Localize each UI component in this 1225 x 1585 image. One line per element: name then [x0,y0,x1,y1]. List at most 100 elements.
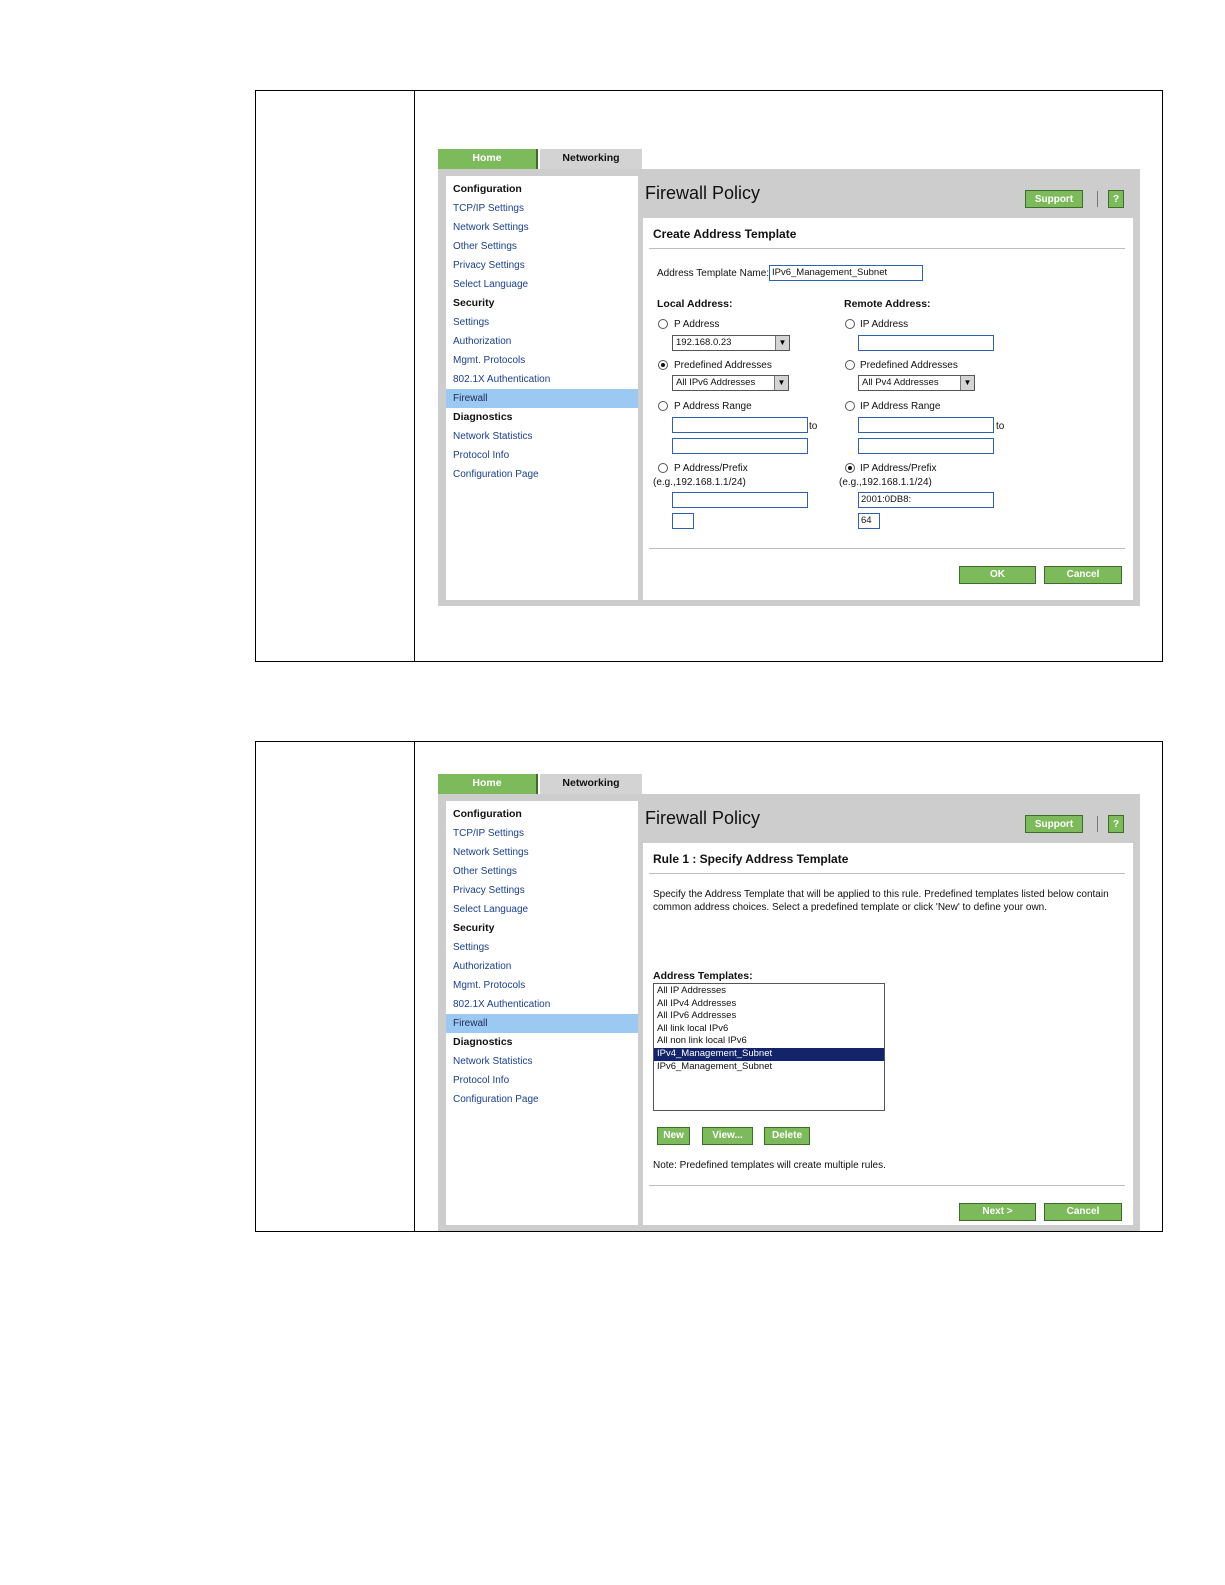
local-prefix-radio[interactable] [658,463,668,473]
sidebar-header-configuration: Configuration [453,808,522,820]
sidebar-item-tcpip-settings[interactable]: TCP/IP Settings [446,824,638,843]
sidebar-item-8021x-authentication[interactable]: 802.1X Authentication [446,370,638,389]
support-button[interactable]: Support [1025,190,1083,208]
sidebar-item-mgmt-protocols[interactable]: Mgmt. Protocols [446,351,638,370]
section-divider [649,873,1125,874]
sidebar-nav: Configuration TCP/IP Settings Network Se… [446,801,638,1225]
sidebar-nav: Configuration TCP/IP Settings Network Se… [446,176,638,600]
delete-button[interactable]: Delete [764,1127,810,1145]
sidebar-item-network-settings[interactable]: Network Settings [446,218,638,237]
content-area: Rule 1 : Specify Address Template Specif… [643,843,1133,1225]
remote-range-radio[interactable] [845,401,855,411]
ews-window: Home Networking Configuration TCP/IP Set… [438,149,1140,606]
sidebar-item-mgmt-protocols[interactable]: Mgmt. Protocols [446,976,638,995]
view-button[interactable]: View... [702,1127,753,1145]
remote-range-start-input[interactable] [858,417,994,433]
list-item[interactable]: IPv4_Management_Subnet [654,1047,884,1061]
footer-divider [649,548,1125,549]
sidebar-item-network-settings[interactable]: Network Settings [446,843,638,862]
local-predefined-select[interactable]: All IPv6 Addresses ▼ [672,375,789,391]
sidebar-item-select-language[interactable]: Select Language [446,275,638,294]
page-title: Firewall Policy [645,808,761,828]
sidebar-item-other-settings[interactable]: Other Settings [446,862,638,881]
sidebar-item-authorization[interactable]: Authorization [446,957,638,976]
remote-range-end-input[interactable] [858,438,994,454]
list-item[interactable]: All non link local IPv6 [654,1035,884,1048]
page-title: Firewall Policy [645,183,761,203]
remote-prefix-radio[interactable] [845,463,855,473]
description-line-1: Specify the Address Template that will b… [653,889,1109,900]
remote-ip-address-label: IP Address [860,319,909,330]
sidebar-item-network-statistics[interactable]: Network Statistics [446,427,638,446]
ok-button[interactable]: OK [959,566,1036,584]
local-ip-address-select[interactable]: 192.168.0.23 ▼ [672,335,790,351]
local-predefined-value: All IPv6 Addresses [676,377,756,388]
template-name-label: Address Template Name: [657,268,770,279]
new-button[interactable]: New [657,1127,690,1145]
remote-range-to-label: to [996,421,1005,432]
local-ip-address-label: P Address [674,319,720,330]
frame-divider [414,91,415,661]
page-shell: Configuration TCP/IP Settings Network Se… [438,169,1140,606]
list-item[interactable]: IPv6_Management_Subnet [654,1061,884,1074]
list-item[interactable]: All IP Addresses [654,985,884,998]
local-range-end-input[interactable] [672,438,808,454]
sidebar-item-firewall[interactable]: Firewall [446,389,638,408]
sidebar-item-configuration-page[interactable]: Configuration Page [446,465,638,484]
sidebar-item-protocol-info[interactable]: Protocol Info [446,446,638,465]
remote-prefix-input[interactable]: 2001:0DB8: [858,492,994,508]
local-range-radio[interactable] [658,401,668,411]
ews-window: Home Networking Configuration TCP/IP Set… [438,774,1140,1231]
toolbar-separator [1097,816,1098,832]
address-templates-header: Address Templates: [653,970,753,982]
sidebar-header-security: Security [453,922,495,934]
local-predefined-radio[interactable] [658,360,668,370]
local-range-start-input[interactable] [672,417,808,433]
help-button[interactable]: ? [1108,190,1124,208]
remote-predefined-value: All Pv4 Addresses [862,377,939,388]
sidebar-item-authorization[interactable]: Authorization [446,332,638,351]
sidebar-item-settings[interactable]: Settings [446,313,638,332]
tab-networking[interactable]: Networking [540,149,642,169]
remote-ip-address-input[interactable] [858,335,994,351]
help-button[interactable]: ? [1108,815,1124,833]
sidebar-item-settings[interactable]: Settings [446,938,638,957]
remote-predefined-select[interactable]: All Pv4 Addresses ▼ [858,375,975,391]
next-button[interactable]: Next > [959,1203,1036,1221]
cancel-button[interactable]: Cancel [1044,1203,1122,1221]
list-item[interactable]: All IPv6 Addresses [654,1010,884,1023]
sidebar-header-diagnostics: Diagnostics [453,1036,513,1048]
sidebar-item-network-statistics[interactable]: Network Statistics [446,1052,638,1071]
section-title: Create Address Template [653,227,797,241]
tab-networking[interactable]: Networking [540,774,642,794]
list-item[interactable]: All link local IPv6 [654,1023,884,1036]
sidebar-item-8021x-authentication[interactable]: 802.1X Authentication [446,995,638,1014]
sidebar-item-other-settings[interactable]: Other Settings [446,237,638,256]
address-templates-listbox[interactable]: All IP Addresses All IPv4 Addresses All IP… [653,983,885,1111]
local-prefix-hint: (e.g.,192.168.1.1/24) [653,477,746,488]
tab-home[interactable]: Home [438,149,538,169]
list-item[interactable]: All IPv4 Addresses [654,998,884,1011]
sidebar-item-privacy-settings[interactable]: Privacy Settings [446,881,638,900]
remote-prefix-length-input[interactable]: 64 [858,513,880,529]
remote-predefined-radio[interactable] [845,360,855,370]
sidebar-item-select-language[interactable]: Select Language [446,900,638,919]
support-button[interactable]: Support [1025,815,1083,833]
sidebar-item-tcpip-settings[interactable]: TCP/IP Settings [446,199,638,218]
main-panel: Firewall Policy Support ? Create Address… [643,169,1140,606]
remote-prefix-hint: (e.g.,192.168.1.1/24) [839,477,932,488]
sidebar-item-protocol-info[interactable]: Protocol Info [446,1071,638,1090]
sidebar-item-privacy-settings[interactable]: Privacy Settings [446,256,638,275]
template-name-input[interactable]: IPv6_Management_Subnet [769,265,923,281]
remote-ip-address-radio[interactable] [845,319,855,329]
toolbar-separator [1097,191,1098,207]
cancel-button[interactable]: Cancel [1044,566,1122,584]
remote-address-header: Remote Address: [844,298,931,310]
sidebar-item-firewall[interactable]: Firewall [446,1014,638,1033]
local-prefix-length-input[interactable] [672,513,694,529]
sidebar-item-configuration-page[interactable]: Configuration Page [446,1090,638,1109]
page-shell: Configuration TCP/IP Settings Network Se… [438,794,1140,1231]
local-ip-address-radio[interactable] [658,319,668,329]
local-prefix-input[interactable] [672,492,808,508]
tab-home[interactable]: Home [438,774,538,794]
